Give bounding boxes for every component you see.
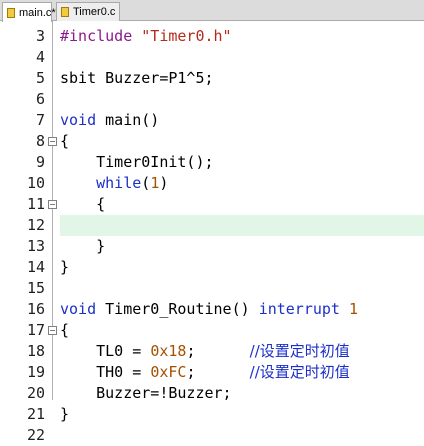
code-line[interactable]: 7 void main() — [0, 110, 424, 131]
code-token: while — [96, 174, 142, 192]
line-number: 3 — [35, 27, 45, 45]
c-file-icon — [61, 7, 69, 17]
code-line[interactable]: 5 sbit Buzzer=P1^5; — [0, 68, 424, 89]
code-text: } — [60, 257, 69, 278]
code-token: TH0 = — [60, 363, 151, 381]
code-token: Timer0_Routine() — [96, 300, 259, 318]
code-token: TL0 = — [60, 342, 151, 360]
code-token: ; — [186, 342, 250, 360]
code-token: sbit Buzzer=P1^5; — [60, 69, 214, 87]
code-token: #include — [60, 27, 133, 45]
code-text: void Timer0_Routine() interrupt 1 — [60, 299, 358, 320]
tab-label: Timer0.c — [73, 6, 116, 18]
editor-tab-bar: main.c* Timer0.c — [0, 0, 424, 22]
code-token: 0x18 — [150, 342, 187, 360]
code-text: } — [60, 236, 105, 257]
code-line[interactable]: 16 void Timer0_Routine() interrupt 1 — [0, 299, 424, 320]
line-number: 4 — [35, 48, 45, 66]
code-text: sbit Buzzer=P1^5; — [60, 68, 214, 89]
line-number: 6 — [35, 90, 45, 108]
code-line[interactable]: 22 — [0, 425, 424, 446]
line-number: 9 — [35, 153, 45, 171]
code-token: //设置定时初值 — [249, 342, 350, 360]
line-number: 12 — [26, 216, 45, 234]
line-number: 16 — [26, 300, 45, 318]
code-token: 0xFC — [150, 363, 187, 381]
code-line[interactable]: 21} — [0, 404, 424, 425]
code-token: { — [60, 132, 70, 150]
fold-collapse-icon[interactable]: − — [48, 326, 57, 335]
code-text: void main() — [60, 110, 159, 131]
code-line[interactable]: 20 Buzzer=!Buzzer; — [0, 383, 424, 404]
code-token: ; — [186, 363, 250, 381]
line-number: 13 — [26, 237, 45, 255]
code-editor[interactable]: 3 #include "Timer0.h" 4 5 sbit Buzzer=P1^5; 6… — [0, 21, 424, 444]
line-number: 19 — [26, 363, 45, 381]
line-number: 20 — [26, 384, 45, 402]
line-number: 7 — [35, 111, 45, 129]
code-line[interactable]: 3 #include "Timer0.h" — [0, 26, 424, 47]
code-text: while(1) — [60, 173, 168, 194]
code-text: { — [60, 131, 69, 152]
code-text: Timer0Init(); — [60, 152, 214, 173]
code-line[interactable]: 15 — [0, 278, 424, 299]
line-number: 14 — [26, 258, 45, 276]
code-text: #include "Timer0.h" — [60, 26, 232, 47]
code-token: Timer0Init(); — [60, 153, 214, 171]
code-text: { — [60, 194, 105, 215]
code-token: { — [60, 195, 106, 213]
code-line[interactable]: 19 TH0 = 0xFC; //设置定时初值 — [0, 362, 424, 383]
code-token: { — [60, 321, 70, 339]
code-line[interactable]: 11− { — [0, 194, 424, 215]
c-file-icon — [7, 7, 15, 18]
code-token: //设置定时初值 — [249, 363, 350, 381]
fold-collapse-icon[interactable]: − — [48, 137, 57, 146]
line-number: 5 — [35, 69, 45, 87]
line-number: 11 — [26, 195, 45, 213]
line-number: 22 — [26, 426, 45, 444]
code-text: TH0 = 0xFC; //设置定时初值 — [60, 362, 350, 383]
line-number: 8 — [35, 132, 45, 150]
code-token: 1 — [150, 174, 160, 192]
line-number: 21 — [26, 405, 45, 423]
code-line[interactable]: 10 while(1) — [0, 173, 424, 194]
code-line[interactable]: 17−{ — [0, 320, 424, 341]
code-token: ( — [141, 174, 151, 192]
code-token: "Timer0.h" — [141, 27, 232, 45]
tab-main-c[interactable]: main.c* — [2, 2, 56, 22]
code-text: { — [60, 320, 69, 341]
code-token: } — [60, 405, 70, 423]
code-text: Buzzer=!Buzzer; — [60, 383, 232, 404]
code-token: void — [60, 300, 97, 318]
code-token: ) — [159, 174, 169, 192]
fold-collapse-icon[interactable]: − — [48, 200, 57, 209]
code-text: } — [60, 404, 69, 425]
line-number: 10 — [26, 174, 45, 192]
code-line[interactable]: 4 — [0, 47, 424, 68]
line-number: 18 — [26, 342, 45, 360]
code-line[interactable]: 18 TL0 = 0x18; //设置定时初值 — [0, 341, 424, 362]
code-token: Buzzer=!Buzzer; — [60, 384, 232, 402]
code-line[interactable]: 13 } — [0, 236, 424, 257]
code-token: main() — [96, 111, 160, 129]
code-token: interrupt — [258, 300, 340, 318]
code-line[interactable]: 6 — [0, 89, 424, 110]
tab-timer0-c[interactable]: Timer0.c — [56, 2, 120, 21]
code-token: void — [60, 111, 97, 129]
code-line[interactable]: 14} — [0, 257, 424, 278]
tab-label: main.c* — [19, 6, 56, 19]
code-text: TL0 = 0x18; //设置定时初值 — [60, 341, 350, 362]
code-token: } — [60, 237, 106, 255]
code-line[interactable]: 12 — [0, 215, 424, 236]
line-number: 17 — [26, 321, 45, 339]
code-token: } — [60, 258, 70, 276]
code-line[interactable]: 9 Timer0Init(); — [0, 152, 424, 173]
line-number: 15 — [26, 279, 45, 297]
code-line[interactable]: 8−{ — [0, 131, 424, 152]
code-token: 1 — [349, 300, 359, 318]
